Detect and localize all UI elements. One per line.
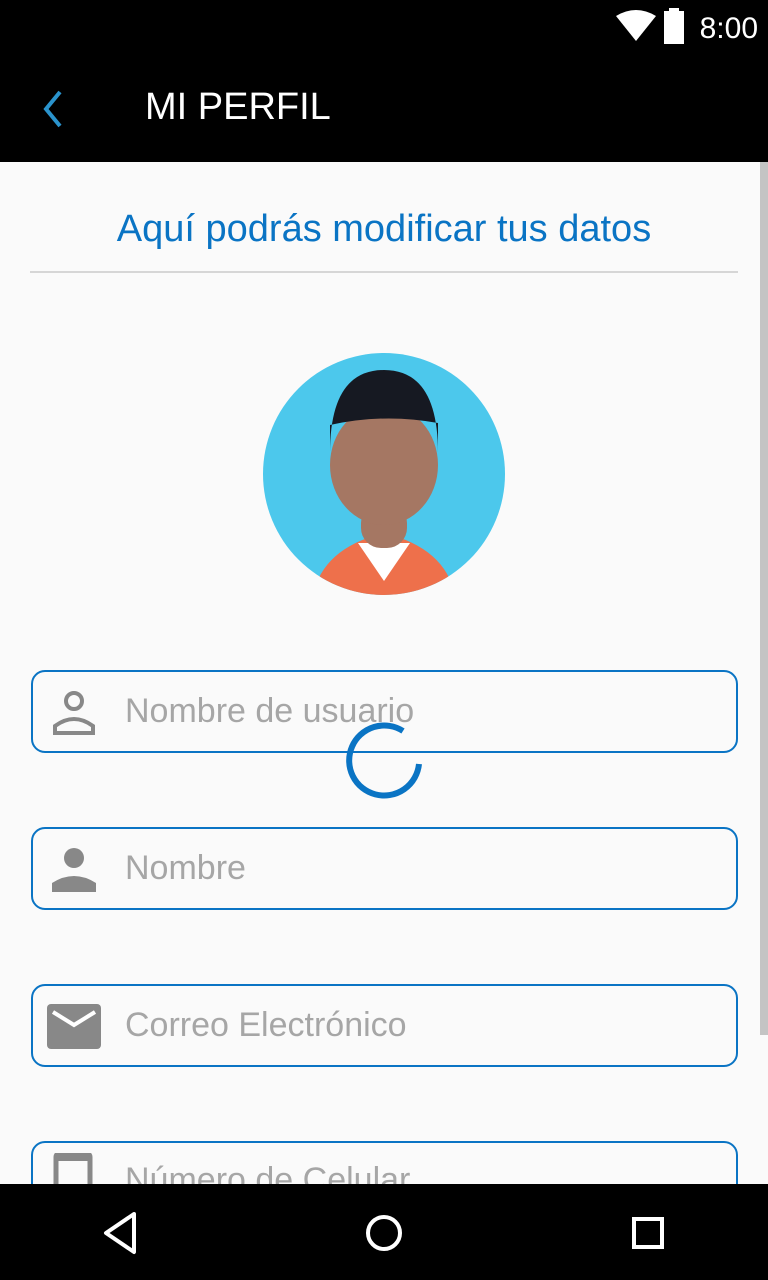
email-icon [47,1004,101,1049]
status-time: 8:00 [699,12,758,45]
chevron-left-icon[interactable] [36,84,76,134]
loading-spinner [346,722,422,799]
divider [30,271,738,273]
battery-icon [664,8,684,44]
page-subtitle: Aquí podrás modificar tus datos [116,208,652,250]
app-bar: MI PERFIL [0,56,768,162]
nav-home-icon[interactable] [359,1208,409,1258]
email-field[interactable] [31,984,738,1067]
page-title: MI PERFIL [145,86,331,128]
name-input[interactable] [125,829,725,908]
scrollbar[interactable] [760,162,768,1035]
status-bar: 8:00 [0,0,768,56]
email-input[interactable] [125,986,725,1065]
avatar[interactable] [263,353,505,595]
username-input[interactable] [125,672,725,751]
person-outline-icon [53,691,95,735]
nav-recents-icon[interactable] [623,1208,673,1258]
nav-back-icon[interactable] [96,1208,146,1258]
person-icon [52,848,96,892]
wifi-icon [616,10,656,41]
name-field[interactable] [31,827,738,910]
navigation-bar [0,1184,768,1280]
